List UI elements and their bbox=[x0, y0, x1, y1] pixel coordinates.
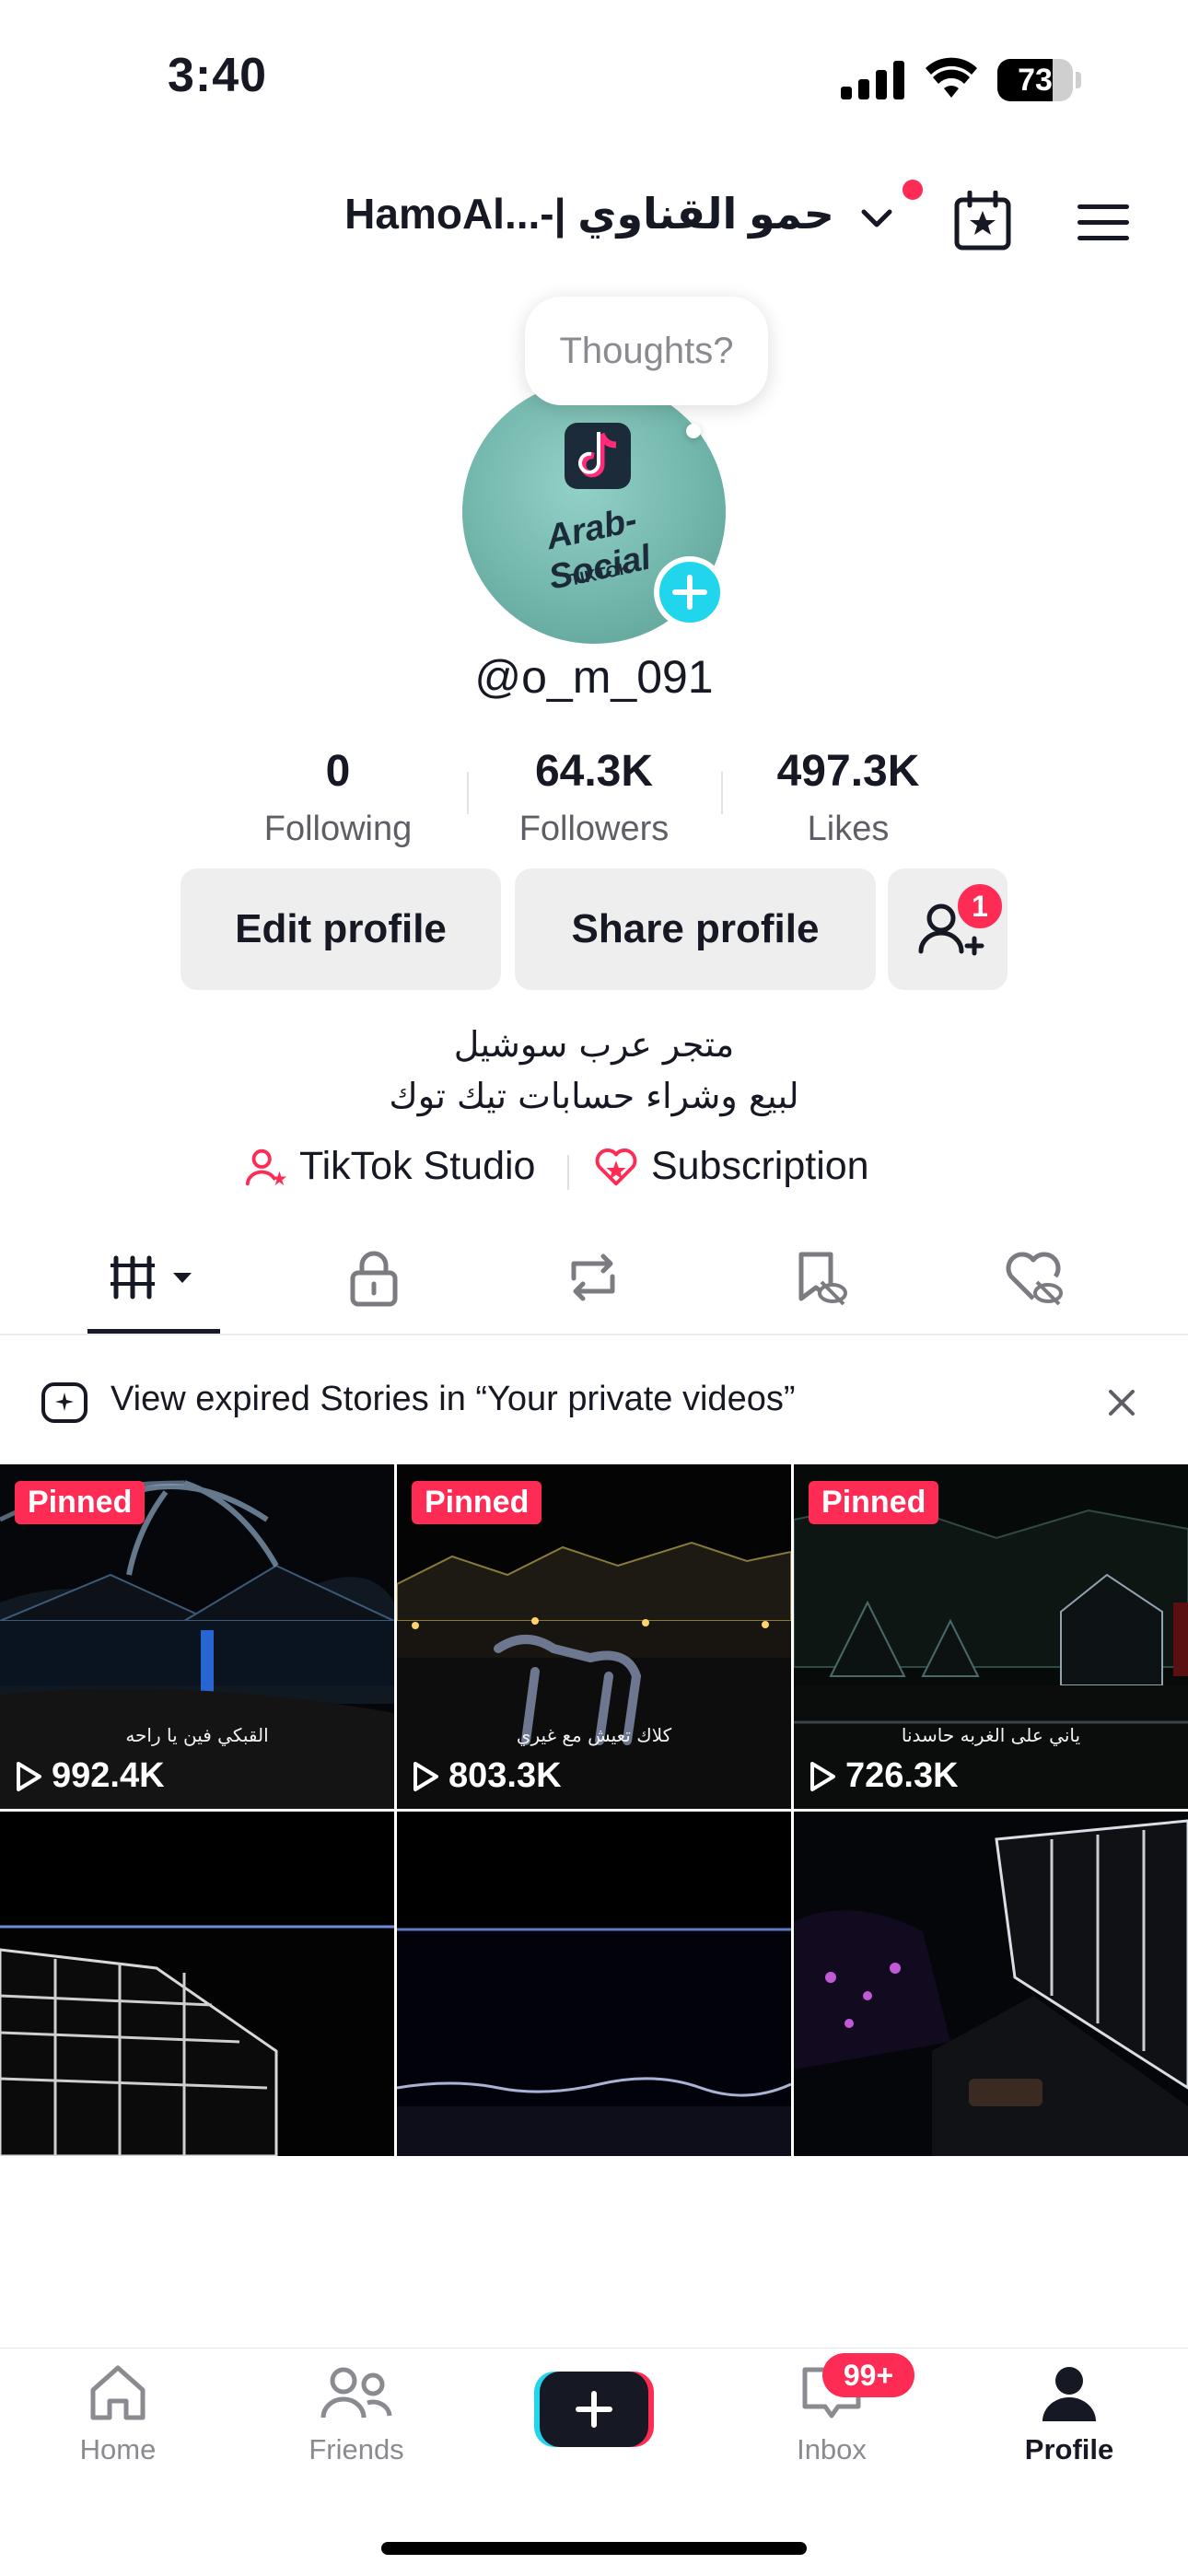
tab-videos[interactable] bbox=[111, 1245, 192, 1310]
plus-icon bbox=[576, 2391, 612, 2428]
video-thumbnail[interactable]: Pinned القبكي فين يا راحه 992.4K bbox=[0, 1464, 394, 1809]
play-icon bbox=[17, 1761, 41, 1791]
stat-label: Following bbox=[263, 810, 413, 848]
stat-following[interactable]: 0 Following bbox=[209, 746, 467, 849]
friend-request-badge: 1 bbox=[954, 880, 1006, 932]
videos-grid-icon bbox=[111, 1255, 192, 1300]
account-name: HamoAl...-| حمو القناوي bbox=[344, 190, 834, 238]
video-thumbnail[interactable]: Pinned ياني على الغربه حاسدنا 726.3K bbox=[794, 1464, 1188, 1809]
stat-value: 497.3K bbox=[776, 747, 920, 796]
liked-hidden-icon bbox=[1006, 1252, 1063, 1306]
subscription-link[interactable]: Subscription bbox=[592, 1142, 869, 1197]
tiktok-studio-link[interactable]: TikTok Studio bbox=[244, 1142, 535, 1197]
subscription-heart-icon bbox=[595, 1148, 637, 1185]
view-count: 726.3K bbox=[809, 1756, 959, 1796]
view-count-value: 726.3K bbox=[845, 1756, 959, 1795]
close-icon[interactable] bbox=[1106, 1387, 1137, 1418]
chevron-down-icon[interactable] bbox=[858, 204, 895, 232]
nav-profile[interactable]: Profile bbox=[977, 2362, 1161, 2466]
tiktok-studio-label: TikTok Studio bbox=[298, 1144, 536, 1189]
create-button[interactable] bbox=[534, 2372, 654, 2447]
tab-private[interactable] bbox=[342, 1245, 406, 1310]
tab-liked[interactable] bbox=[1002, 1245, 1066, 1310]
friends-icon bbox=[320, 2367, 392, 2419]
play-icon bbox=[413, 1761, 438, 1791]
pinned-badge: Pinned bbox=[412, 1481, 542, 1524]
view-count-value: 803.3K bbox=[448, 1756, 562, 1795]
battery-level: 73 bbox=[1018, 63, 1053, 98]
username: @o_m_091 bbox=[474, 651, 714, 703]
menu-icon[interactable] bbox=[1076, 201, 1131, 245]
pinned-badge: Pinned bbox=[809, 1481, 939, 1524]
video-thumbnail[interactable] bbox=[0, 1812, 394, 2156]
repost-icon bbox=[571, 1253, 615, 1301]
stat-likes[interactable]: 497.3K Likes bbox=[719, 746, 977, 849]
inbox-badge: 99+ bbox=[822, 2353, 914, 2397]
tab-saved[interactable] bbox=[786, 1245, 851, 1310]
bio-line-1: متجر عرب سوشيل bbox=[453, 1024, 735, 1065]
home-indicator bbox=[381, 2542, 807, 2555]
stat-label: Likes bbox=[807, 810, 890, 848]
expired-stories-text: View expired Stories in “Your private vi… bbox=[111, 1380, 796, 1418]
calendar-star-icon[interactable] bbox=[953, 191, 1012, 251]
saved-hidden-icon bbox=[798, 1252, 847, 1306]
stat-value: 64.3K bbox=[534, 747, 654, 796]
nav-friends[interactable]: Friends bbox=[264, 2362, 448, 2466]
cellular-signal-icon bbox=[841, 61, 904, 99]
stat-followers[interactable]: 64.3K Followers bbox=[465, 746, 723, 849]
tiktok-logo-icon bbox=[565, 423, 631, 489]
pinned-badge: Pinned bbox=[15, 1481, 146, 1524]
thoughts-bubble-tail bbox=[686, 424, 701, 438]
view-count-value: 992.4K bbox=[52, 1756, 165, 1795]
studio-person-icon bbox=[245, 1148, 287, 1185]
video-thumbnail[interactable]: Pinned كلاك تعيش مع غيري 803.3K bbox=[397, 1464, 791, 1809]
nav-home-label: Home bbox=[79, 2433, 157, 2465]
wifi-icon bbox=[926, 57, 977, 98]
story-add-icon bbox=[41, 1382, 87, 1423]
profile-icon bbox=[1042, 2367, 1096, 2421]
home-icon bbox=[90, 2365, 146, 2420]
nav-profile-label: Profile bbox=[1024, 2433, 1114, 2465]
bio-line-2: لبيع وشراء حسابات تيك توك bbox=[389, 1076, 799, 1116]
nav-home[interactable]: Home bbox=[26, 2362, 210, 2466]
add-story-button[interactable] bbox=[654, 556, 726, 628]
video-caption: القبكي فين يا راحه bbox=[125, 1724, 269, 1746]
status-time: 3:40 bbox=[168, 49, 268, 102]
plus-icon bbox=[672, 575, 707, 610]
subscription-label: Subscription bbox=[650, 1144, 869, 1189]
thoughts-bubble[interactable]: Thoughts? bbox=[525, 297, 768, 405]
battery-icon: 73 bbox=[997, 59, 1082, 101]
nav-inbox-label: Inbox bbox=[797, 2433, 867, 2465]
account-switcher[interactable]: HamoAl...-| حمو القناوي bbox=[276, 189, 903, 239]
edit-profile-button[interactable]: Edit profile bbox=[181, 868, 501, 990]
video-thumbnail[interactable] bbox=[397, 1812, 791, 2156]
video-caption: كلاك تعيش مع غيري bbox=[516, 1724, 672, 1746]
share-profile-button[interactable]: Share profile bbox=[515, 868, 876, 990]
lock-icon bbox=[350, 1251, 398, 1307]
stat-value: 0 bbox=[325, 747, 351, 796]
video-scene-ship bbox=[0, 1812, 394, 2156]
video-scene-river bbox=[397, 1812, 791, 2156]
links-divider bbox=[567, 1155, 569, 1190]
view-count: 992.4K bbox=[15, 1756, 165, 1796]
tab-reposts[interactable] bbox=[561, 1245, 625, 1310]
notification-dot bbox=[903, 180, 923, 200]
video-caption: ياني على الغربه حاسدنا bbox=[901, 1724, 1081, 1746]
view-count: 803.3K bbox=[412, 1756, 562, 1796]
video-scene-canal bbox=[794, 1812, 1188, 2156]
video-thumbnail[interactable] bbox=[794, 1812, 1188, 2156]
play-icon bbox=[810, 1761, 835, 1791]
stat-label: Followers bbox=[518, 810, 670, 848]
nav-friends-label: Friends bbox=[309, 2433, 404, 2465]
